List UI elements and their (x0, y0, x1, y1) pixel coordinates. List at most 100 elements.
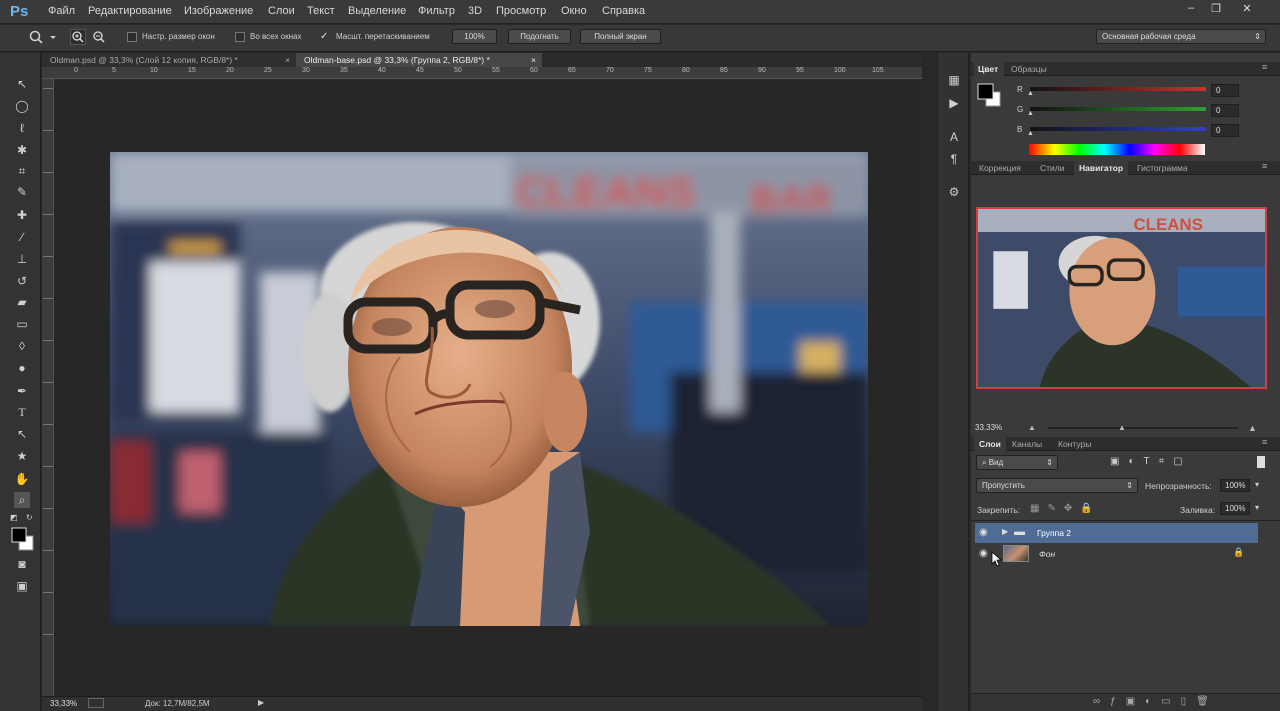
blur-tool-icon[interactable]: ◊ (14, 338, 30, 354)
menu-file[interactable]: Файл (48, 5, 75, 17)
navigator-zoom-slider[interactable] (1048, 427, 1238, 429)
dodge-tool-icon[interactable]: ● (14, 360, 30, 376)
zoom-out-icon[interactable] (91, 29, 107, 45)
tab-channels[interactable]: Каналы (1012, 437, 1042, 451)
channel-value-input[interactable]: 0 (1211, 84, 1239, 97)
hand-tool-icon[interactable]: ✋ (14, 471, 30, 487)
menu-layers[interactable]: Слои (268, 5, 295, 17)
eye-icon[interactable]: ◉ (979, 527, 988, 538)
fg-bg-color-icon[interactable] (977, 83, 1003, 109)
channel-slider-handle[interactable]: ▲ (1027, 110, 1034, 117)
opacity-input[interactable]: 100% (1220, 479, 1250, 492)
shape-tool-icon[interactable]: ★ (14, 448, 30, 464)
layer-name[interactable]: Фон (1039, 549, 1055, 559)
tab-histogram[interactable]: Гистограмма (1137, 161, 1188, 175)
opacity-arrow-icon[interactable]: ▾ (1255, 480, 1259, 489)
brush-tool-icon[interactable]: ∕ (14, 229, 30, 245)
document-image[interactable]: CLEANS BAR (110, 152, 868, 626)
expand-arrow-icon[interactable]: ▶ (1002, 527, 1008, 536)
close-button[interactable]: ✕ (1238, 2, 1256, 16)
tab-styles[interactable]: Стили (1040, 161, 1065, 175)
layer-filter-icons[interactable]: ▣◐T⌗▢ (1110, 456, 1192, 467)
actions-play-icon[interactable]: ▶ (946, 96, 962, 112)
pen-tool-icon[interactable]: ✒ (14, 383, 30, 399)
path-select-tool-icon[interactable]: ↖ (14, 426, 30, 442)
menu-type[interactable]: Текст (307, 5, 335, 17)
panel-menu-icon[interactable]: ≡ (1262, 161, 1267, 171)
lock-options-icons[interactable]: ▦✎✥🔒 (1030, 503, 1101, 514)
history-brush-icon[interactable]: ↺ (14, 273, 30, 289)
navigator-preview[interactable]: CLEANS (976, 207, 1267, 389)
fill-input[interactable]: 100% (1220, 502, 1250, 515)
screen-mode-icon[interactable]: ▣ (14, 578, 30, 594)
eraser-tool-icon[interactable]: ▰ (14, 294, 30, 310)
channel-value-input[interactable]: 0 (1211, 124, 1239, 137)
blend-mode-dropdown[interactable]: Пропустить ⇕ (976, 478, 1138, 493)
zoom-tool-icon[interactable]: ⌕ (14, 492, 30, 508)
status-menu-arrow-icon[interactable]: ▶ (258, 698, 264, 707)
navigator-zoom-value[interactable]: 33.33% (975, 423, 1002, 432)
color-spectrum-bar[interactable] (1029, 144, 1205, 155)
menu-view[interactable]: Просмотр (496, 5, 546, 17)
layer-row-background[interactable]: ◉ Фон 🔒 (975, 544, 1258, 564)
menu-edit[interactable]: Редактирование (88, 5, 172, 17)
layer-filter-dropdown[interactable]: ⌕ Вид ⇕ (976, 455, 1058, 470)
filter-toggle-icon[interactable] (1257, 456, 1265, 468)
menu-select[interactable]: Выделение (348, 5, 406, 17)
quick-mask-icon[interactable]: ◙ (14, 556, 30, 572)
crop-tool-icon[interactable]: ⌗ (14, 163, 30, 179)
healing-tool-icon[interactable]: ✚ (14, 207, 30, 223)
gradient-tool-icon[interactable]: ▭ (14, 316, 30, 332)
layers-footer-icons[interactable]: ∞ƒ▣◐▭▯🗑 (1093, 696, 1219, 707)
menu-filter[interactable]: Фильтр (418, 5, 455, 17)
menu-3d[interactable]: 3D (468, 5, 482, 17)
close-icon[interactable]: × (285, 53, 290, 67)
tab-layers[interactable]: Слои (974, 437, 1006, 451)
tab-oldman[interactable]: Oldman.psd @ 33,3% (Слой 12 копия, RGB/8… (42, 53, 296, 67)
paragraph-icon[interactable]: ¶ (946, 152, 962, 168)
workspace-dropdown[interactable]: Основная рабочая среда ⇕ (1096, 29, 1266, 44)
marquee-tool-icon[interactable]: ◯ (14, 98, 30, 114)
stamp-tool-icon[interactable]: ⊥ (14, 251, 30, 267)
status-zoom[interactable]: 33,33% (50, 699, 77, 708)
tool-presets-icon[interactable]: ⚙ (946, 185, 962, 201)
history-icon[interactable]: ▦ (946, 73, 962, 89)
navigator-zoom-out-icon[interactable]: ▲ (1028, 423, 1036, 432)
resize-windows-checkbox[interactable] (127, 32, 137, 42)
layer-row-group[interactable]: ◉ ▶ ▬ Группа 2 (975, 523, 1258, 543)
tab-adjustments[interactable]: Коррекция (979, 161, 1021, 175)
navigator-slider-handle[interactable]: ▲ (1118, 423, 1126, 432)
channel-slider-handle[interactable]: ▲ (1027, 130, 1034, 137)
navigator-zoom-in-icon[interactable]: ▲ (1248, 423, 1257, 433)
eye-icon[interactable]: ◉ (979, 548, 988, 559)
zoom-tool-preset-icon[interactable] (28, 29, 58, 45)
zoom-in-icon[interactable] (70, 29, 86, 45)
color-swatches[interactable]: ◩ ↻ (10, 512, 38, 552)
channel-value-input[interactable]: 0 (1211, 104, 1239, 117)
quick-select-tool-icon[interactable]: ✱ (14, 142, 30, 158)
menu-help[interactable]: Справка (602, 5, 645, 17)
panel-menu-icon[interactable]: ≡ (1262, 62, 1267, 72)
fill-arrow-icon[interactable]: ▾ (1255, 503, 1259, 512)
scrubby-zoom-checkbox[interactable]: ✓ (320, 32, 330, 42)
lasso-tool-icon[interactable]: ℓ (14, 120, 30, 136)
move-tool-icon[interactable]: ↖ (14, 76, 30, 92)
menu-image[interactable]: Изображение (184, 5, 253, 17)
tab-oldman-base[interactable]: Oldman-base.psd @ 33,3% (Группа 2, RGB/8… (296, 53, 542, 67)
character-icon[interactable]: A (946, 130, 962, 146)
close-icon[interactable]: × (531, 53, 536, 67)
fit-screen-button[interactable]: Подогнать (508, 29, 571, 44)
actual-pixels-button[interactable]: 100% (452, 29, 497, 44)
eyedropper-tool-icon[interactable]: ✎ (14, 184, 30, 200)
tab-swatches[interactable]: Образцы (1011, 62, 1047, 76)
channel-slider[interactable] (1030, 87, 1206, 91)
type-tool-icon[interactable]: T (14, 404, 30, 420)
tab-color[interactable]: Цвет (974, 62, 1004, 76)
restore-button[interactable]: ❐ (1207, 2, 1225, 16)
fill-screen-button[interactable]: Полный экран (580, 29, 661, 44)
channel-slider-handle[interactable]: ▲ (1027, 90, 1034, 97)
tab-paths[interactable]: Контуры (1058, 437, 1091, 451)
minimize-button[interactable]: – (1182, 2, 1200, 16)
channel-slider[interactable] (1030, 127, 1206, 131)
menu-window[interactable]: Окно (561, 5, 587, 17)
